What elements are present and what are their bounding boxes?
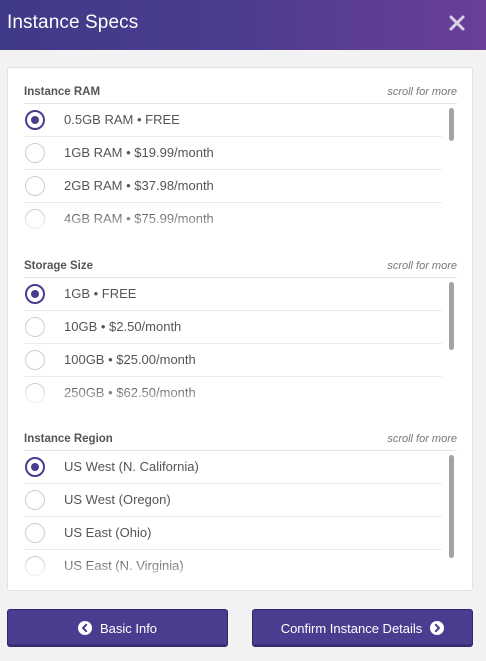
scrollbar-thumb[interactable]	[449, 108, 454, 141]
option-label: 100GB • $25.00/month	[64, 352, 196, 367]
confirm-instance-details-button[interactable]: Confirm Instance Details	[252, 609, 473, 647]
radio-button[interactable]	[25, 143, 45, 163]
basic-info-label: Basic Info	[99, 620, 158, 636]
radio-button[interactable]	[25, 176, 45, 196]
chevron-left-icon	[77, 621, 92, 635]
storage-option[interactable]: 10GB • $2.50/month	[24, 311, 442, 344]
region-option[interactable]: US East (Ohio)	[24, 517, 442, 550]
option-label: US East (Ohio)	[64, 525, 152, 540]
section-title: Storage Size	[24, 260, 94, 272]
radio-button[interactable]	[25, 556, 45, 576]
option-label: US West (N. California)	[64, 459, 199, 474]
region-option[interactable]: US West (N. California)	[24, 451, 442, 484]
section-instance-ram: Instance RAM scroll for more 0.5GB RAM •…	[24, 86, 457, 234]
option-label: 2GB RAM • $37.98/month	[64, 178, 214, 193]
section-title: Instance Region	[24, 433, 113, 445]
radio-button[interactable]	[25, 350, 45, 370]
ram-option[interactable]: 4GB RAM • $75.99/month	[24, 203, 442, 234]
basic-info-button[interactable]: Basic Info	[7, 609, 228, 647]
radio-button[interactable]	[25, 284, 45, 304]
radio-button[interactable]	[25, 523, 45, 543]
scrollbar-thumb[interactable]	[449, 455, 454, 558]
radio-button[interactable]	[25, 457, 45, 477]
radio-button[interactable]	[25, 383, 45, 403]
specs-panel: Instance RAM scroll for more 0.5GB RAM •…	[7, 67, 473, 591]
scroll-hint: scroll for more	[387, 86, 457, 98]
scroll-hint: scroll for more	[387, 433, 457, 445]
ram-option-list[interactable]: 0.5GB RAM • FREE 1GB RAM • $19.99/month …	[24, 104, 457, 234]
option-label: 0.5GB RAM • FREE	[64, 112, 180, 127]
ram-option[interactable]: 0.5GB RAM • FREE	[24, 104, 442, 137]
option-label: 4GB RAM • $75.99/month	[64, 211, 214, 226]
scrollbar[interactable]	[447, 278, 457, 408]
scroll-hint: scroll for more	[387, 260, 457, 272]
radio-button[interactable]	[25, 490, 45, 510]
region-option-list[interactable]: US West (N. California) US West (Oregon)…	[24, 451, 457, 581]
radio-button[interactable]	[25, 110, 45, 130]
section-header: Instance Region scroll for more	[24, 433, 457, 451]
storage-option[interactable]: 250GB • $62.50/month	[24, 377, 442, 408]
chevron-right-icon	[430, 621, 445, 635]
section-storage-size: Storage Size scroll for more 1GB • FREE …	[24, 260, 457, 408]
option-label: 250GB • $62.50/month	[64, 385, 196, 400]
section-title: Instance RAM	[24, 86, 101, 98]
scrollbar[interactable]	[447, 104, 457, 234]
scrollbar[interactable]	[447, 451, 457, 581]
storage-option-list[interactable]: 1GB • FREE 10GB • $2.50/month 100GB • $2…	[24, 278, 457, 408]
option-label: 1GB RAM • $19.99/month	[64, 145, 214, 160]
close-icon[interactable]	[446, 11, 468, 35]
radio-button[interactable]	[25, 209, 45, 229]
option-label: 1GB • FREE	[64, 286, 137, 301]
option-label: US East (N. Virginia)	[64, 558, 184, 573]
confirm-label: Confirm Instance Details	[280, 620, 423, 636]
radio-button[interactable]	[25, 317, 45, 337]
region-option[interactable]: US West (Oregon)	[24, 484, 442, 517]
section-header: Storage Size scroll for more	[24, 260, 457, 278]
section-instance-region: Instance Region scroll for more US West …	[24, 433, 457, 581]
storage-option[interactable]: 1GB • FREE	[24, 278, 442, 311]
section-header: Instance RAM scroll for more	[24, 86, 457, 104]
dialog-header: Instance Specs	[0, 0, 486, 50]
ram-option[interactable]: 2GB RAM • $37.98/month	[24, 170, 442, 203]
dialog-title: Instance Specs	[7, 12, 139, 33]
option-label: 10GB • $2.50/month	[64, 319, 182, 334]
region-option[interactable]: US East (N. Virginia)	[24, 550, 442, 581]
option-label: US West (Oregon)	[64, 492, 171, 507]
scrollbar-thumb[interactable]	[449, 282, 454, 350]
storage-option[interactable]: 100GB • $25.00/month	[24, 344, 442, 377]
ram-option[interactable]: 1GB RAM • $19.99/month	[24, 137, 442, 170]
